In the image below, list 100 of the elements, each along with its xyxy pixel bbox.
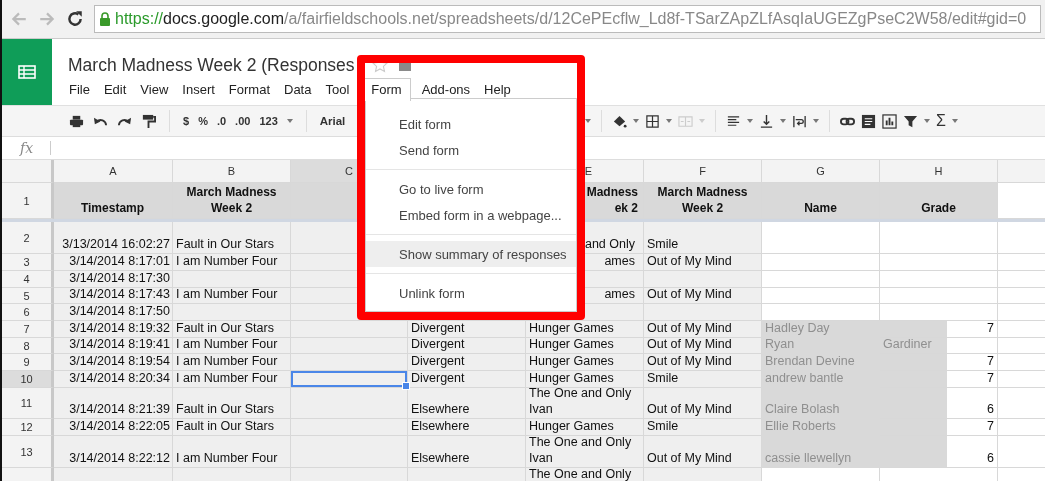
table-cell: 3/14/2014 8:19:32 bbox=[54, 321, 173, 338]
table-cell: 3/14/2014 8:19:54 bbox=[54, 354, 173, 371]
table-cell: Out of My Mind bbox=[644, 254, 762, 271]
address-bar[interactable]: https://docs.google.com/a/fairfieldschools.net/spreadsheets/d/12CePEcflw_Ld8f-TSarZApZLfAsqIaUGEZgPseC2W58/edit#gid=0 bbox=[94, 5, 1041, 33]
menu-item[interactable]: Insert bbox=[175, 78, 222, 101]
table-cell: Claire Bolash bbox=[762, 388, 880, 419]
table-cell: Out of My Mind bbox=[644, 354, 762, 371]
row-header[interactable]: 3 bbox=[2, 254, 54, 271]
url-text: https://docs.google.com/a/fairfieldschools.net/spreadsheets/d/12CePEcflw_Ld8f-TSarZApZLfAsqIaUGEZgPseC2W58/edit#gid=0 bbox=[115, 10, 1027, 28]
table-cell: Smile bbox=[644, 419, 762, 436]
table-cell: Divergent bbox=[408, 371, 526, 388]
table-cell: 3/14/2014 8:17:50 bbox=[54, 304, 173, 321]
table-cell: I am Number Four bbox=[173, 338, 291, 354]
table-cell: March Madness Week 2 bbox=[173, 183, 291, 219]
column-header[interactable]: H bbox=[880, 160, 998, 183]
table-cell: The One and Only Ivan bbox=[526, 388, 644, 419]
menu-item[interactable]: Edit bbox=[96, 78, 134, 101]
table-cell: Fault in Our Stars bbox=[173, 419, 291, 436]
column-header[interactable]: A bbox=[54, 160, 173, 183]
table-cell: 3/14/2014 8:21:39 bbox=[54, 388, 173, 419]
table-cell: Grade bbox=[880, 183, 998, 219]
table-cell: 7 bbox=[880, 321, 998, 338]
menu-item[interactable]: Data bbox=[277, 78, 319, 101]
table-cell: Fault in Our Stars bbox=[173, 222, 291, 254]
table-cell: 6 bbox=[880, 436, 998, 468]
row-header[interactable]: 9 bbox=[2, 354, 54, 371]
row-header[interactable]: 12 bbox=[2, 419, 54, 436]
menu-item[interactable]: Format bbox=[221, 78, 277, 101]
table-cell: Brendan Devine bbox=[762, 354, 880, 371]
row-header[interactable]: 10 bbox=[2, 371, 54, 388]
column-header[interactable]: G bbox=[762, 160, 880, 183]
row-header[interactable]: 5 bbox=[2, 288, 54, 304]
table-cell: 3/14/2014 8:17:43 bbox=[54, 288, 173, 304]
menu-item[interactable]: Add-ons bbox=[414, 78, 478, 101]
table-cell: I am Number Four bbox=[173, 436, 291, 468]
table-cell: 3/14/2014 8:20:34 bbox=[54, 371, 173, 388]
menu-option[interactable]: Send form bbox=[366, 137, 576, 163]
table-cell: Out of My Mind bbox=[644, 338, 762, 354]
font-dropdown[interactable]: Arial bbox=[319, 115, 346, 127]
table-cell: Ryan bbox=[762, 338, 880, 354]
table-cell: Hunger Games bbox=[526, 338, 644, 354]
row-header[interactable]: 6 bbox=[2, 304, 54, 321]
table-cell: Hunger Games bbox=[526, 419, 644, 436]
table-cell: Smile bbox=[644, 222, 762, 254]
functions-button[interactable]: Σ bbox=[936, 112, 946, 130]
table-cell: Ellie Roberts bbox=[762, 419, 880, 436]
table-cell: 3/14/2014 8:19:41 bbox=[54, 338, 173, 354]
format-button[interactable]: 123 bbox=[259, 115, 278, 127]
table-cell: 3/14/2014 8:17:30 bbox=[54, 271, 173, 288]
row-header[interactable]: 2 bbox=[2, 222, 54, 254]
table-cell: Fault in Our Stars bbox=[173, 321, 291, 338]
table-cell: Hunger Games bbox=[526, 371, 644, 388]
format-button[interactable]: .00 bbox=[235, 115, 251, 127]
table-cell: Divergent bbox=[408, 338, 526, 354]
format-button[interactable]: % bbox=[198, 115, 208, 127]
format-button[interactable]: $ bbox=[183, 115, 190, 127]
table-cell: Smile bbox=[644, 371, 762, 388]
table-cell: Divergent bbox=[408, 321, 526, 338]
table-cell: Out of My Mind bbox=[644, 388, 762, 419]
menu-item[interactable]: File bbox=[68, 78, 97, 101]
table-cell: 3/14/2014 8:22:05 bbox=[54, 419, 173, 436]
table-cell: Elsewhere bbox=[408, 388, 526, 419]
table-cell: I am Number Four bbox=[173, 288, 291, 304]
row-header[interactable]: 1 bbox=[2, 183, 54, 219]
row-header[interactable]: 4 bbox=[2, 271, 54, 288]
table-cell: 7 bbox=[880, 419, 998, 436]
row-header[interactable]: 7 bbox=[2, 321, 54, 338]
table-cell: Out of My Mind bbox=[644, 321, 762, 338]
document-title[interactable]: March Madness Week 2 (Responses bbox=[68, 54, 355, 76]
table-cell: The One and Only bbox=[526, 468, 644, 481]
table-cell: I am Number Four bbox=[173, 254, 291, 271]
column-header[interactable]: B bbox=[173, 160, 291, 183]
table-cell: andrew bantle bbox=[762, 371, 880, 388]
format-button[interactable]: .0 bbox=[216, 115, 227, 127]
menu-item[interactable]: Help bbox=[477, 78, 518, 101]
table-cell: 3/14/2014 8:22:12 bbox=[54, 436, 173, 468]
table-cell: Timestamp bbox=[54, 183, 173, 219]
menu-item[interactable]: Form bbox=[362, 78, 411, 101]
row-header[interactable]: 8 bbox=[2, 338, 54, 354]
table-cell: Hunger Games bbox=[526, 354, 644, 371]
table-cell: cassie llewellyn bbox=[762, 436, 880, 468]
table-cell: Gardiner bbox=[880, 338, 998, 354]
table-cell: Out of My Mind bbox=[644, 288, 762, 304]
table-cell: 3/13/2014 16:02:27 bbox=[54, 222, 173, 254]
table-cell: Hunger Games bbox=[526, 321, 644, 338]
table-cell: Hadley Day bbox=[762, 321, 880, 338]
menu-item[interactable]: View bbox=[133, 78, 176, 101]
table-cell: Fault in Our Stars bbox=[173, 388, 291, 419]
table-cell: March Madness Week 2 bbox=[644, 183, 762, 219]
row-header[interactable]: 13 bbox=[2, 436, 54, 468]
table-cell: The One and Only Ivan bbox=[526, 436, 644, 468]
column-header[interactable]: F bbox=[644, 160, 762, 183]
table-cell: Out of My Mind bbox=[644, 436, 762, 468]
table-cell: 3/14/2014 8:17:01 bbox=[54, 254, 173, 271]
row-header[interactable]: 11 bbox=[2, 388, 54, 419]
menu-option[interactable]: Edit form bbox=[366, 111, 576, 137]
table-cell: I am Number Four bbox=[173, 354, 291, 371]
menu-option[interactable]: Show summary of responses bbox=[366, 241, 576, 267]
table-cell: Name bbox=[762, 183, 880, 219]
menu-item[interactable]: Tool bbox=[318, 78, 357, 101]
